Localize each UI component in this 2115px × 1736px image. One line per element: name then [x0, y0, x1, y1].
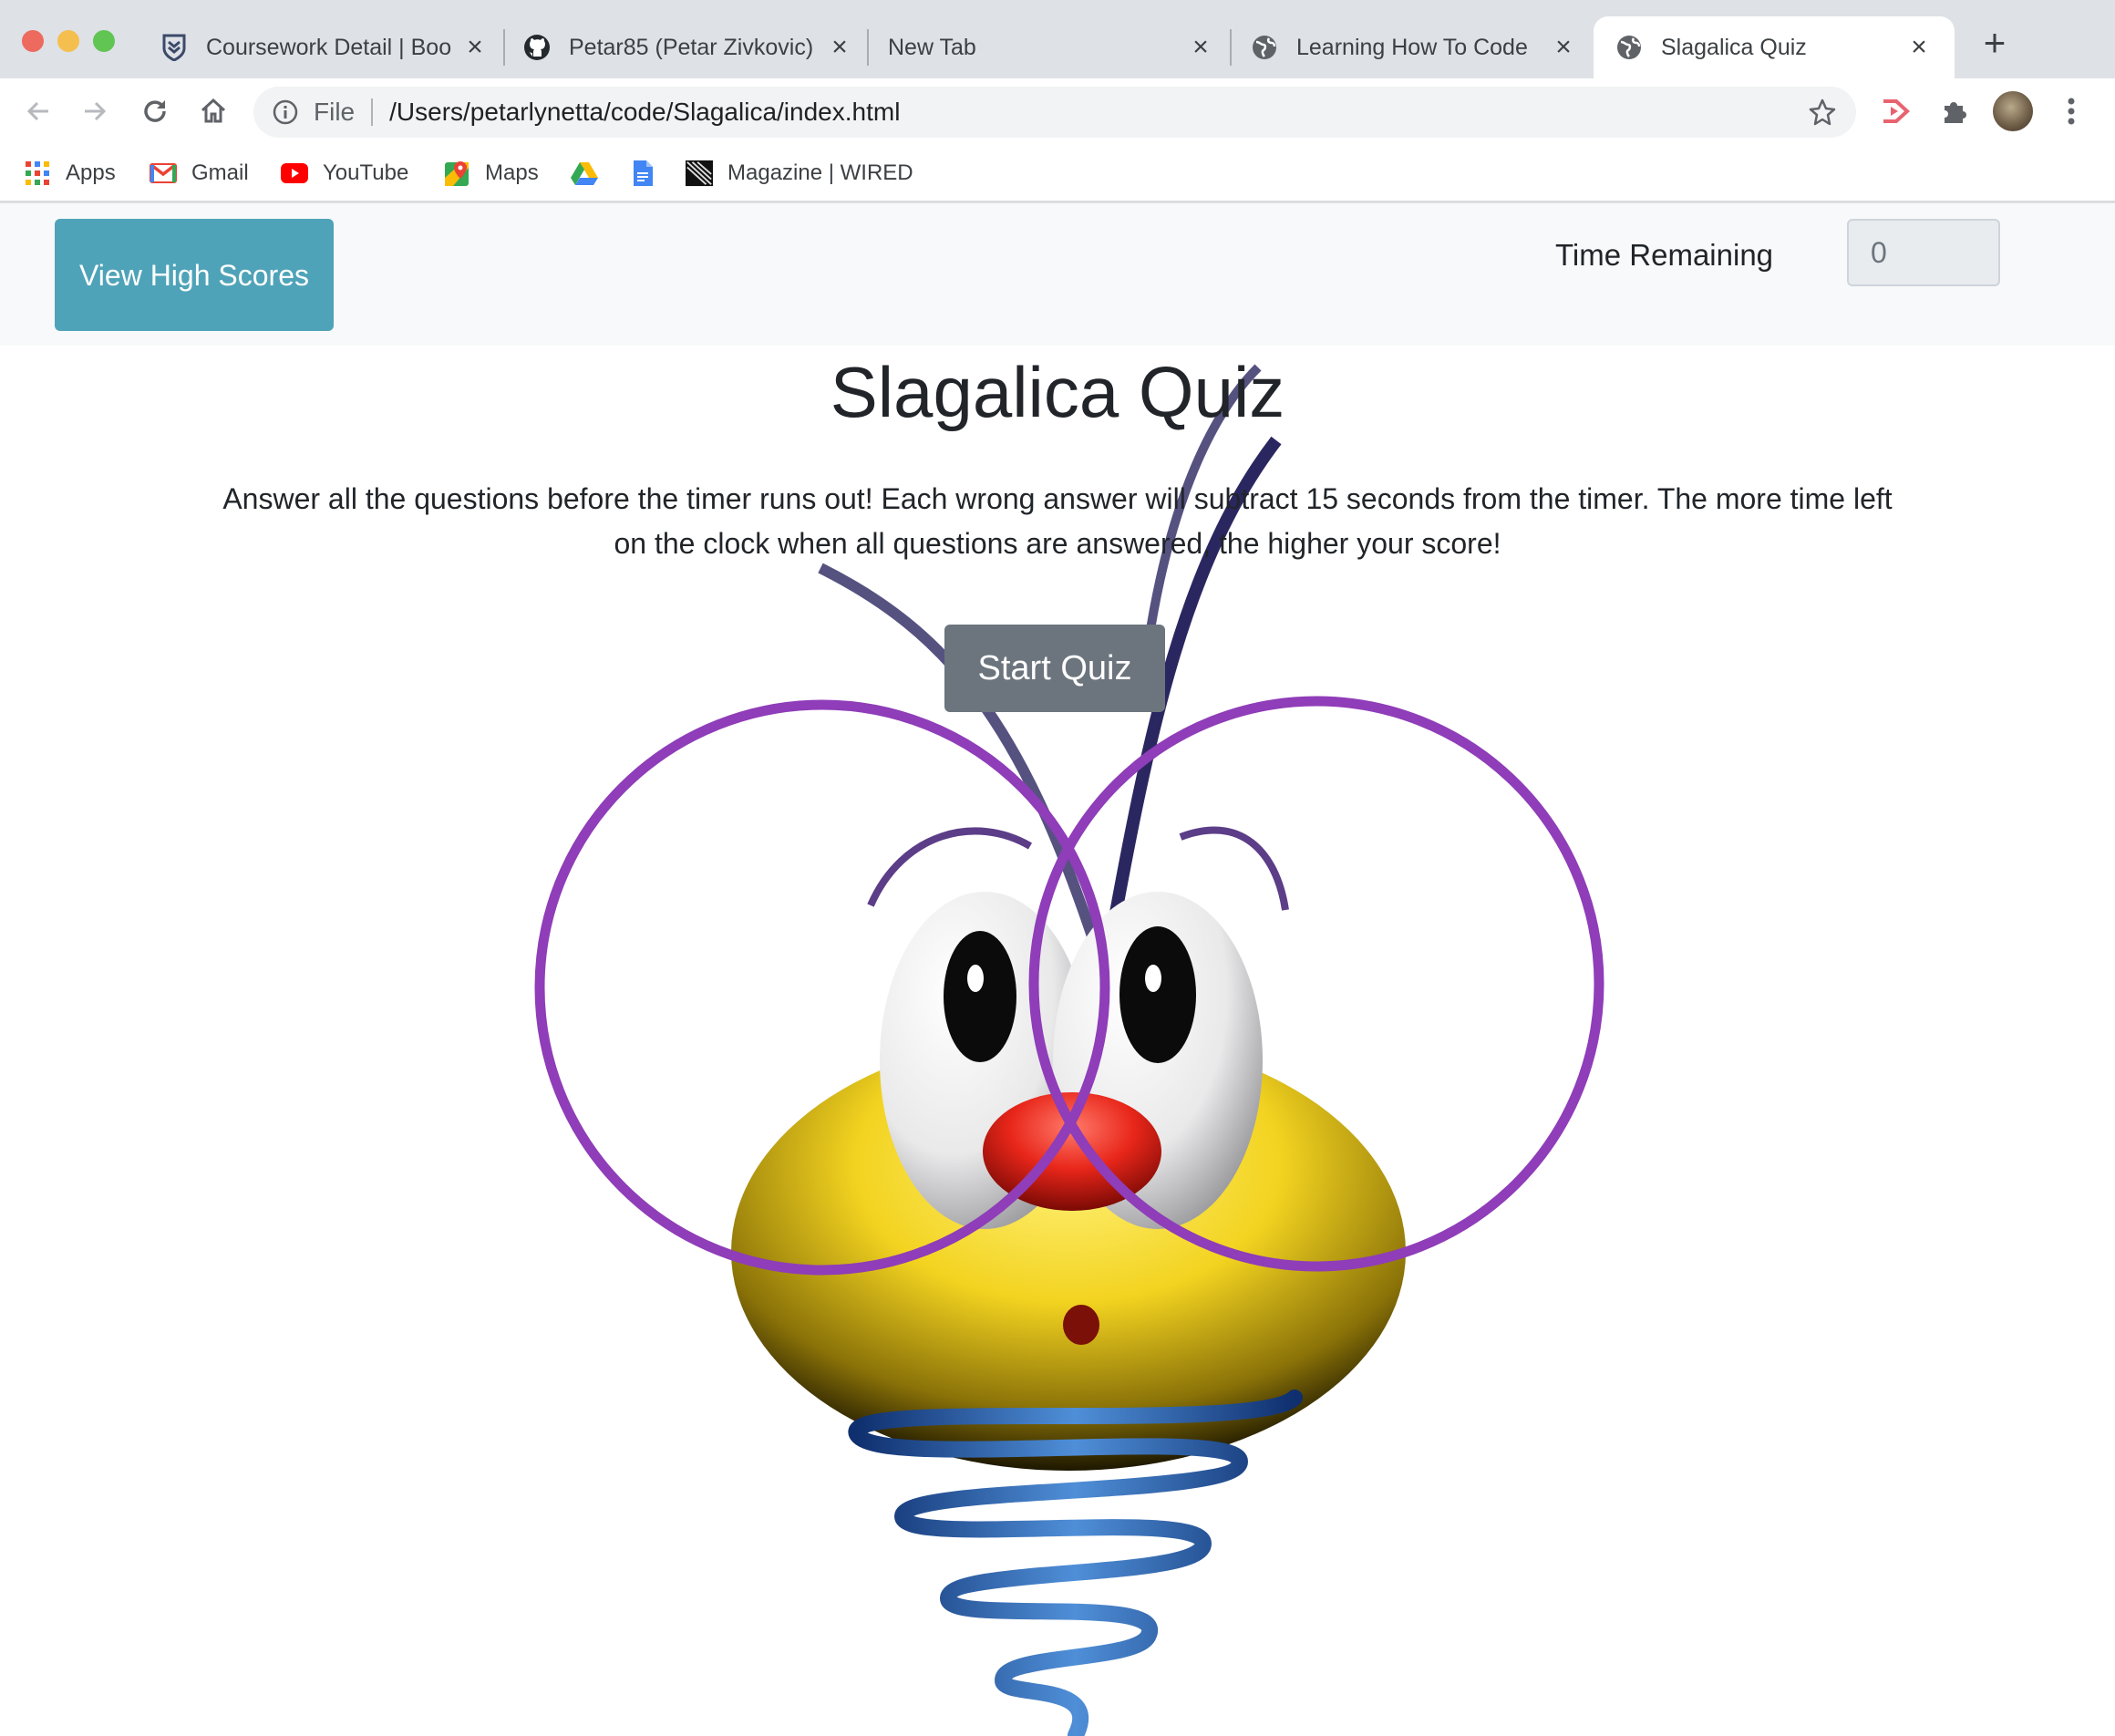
- bootcamp-shield-icon: [160, 34, 188, 61]
- bookmark-gmail[interactable]: Gmail: [150, 157, 249, 190]
- bookmarks-bar: Apps Gmail YouTube Maps Magazine | WIRED: [0, 144, 2115, 202]
- tab-learning[interactable]: Learning How To Code ×: [1251, 16, 1577, 78]
- browser-chrome: Coursework Detail | Boo × Petar85 (Petar…: [0, 0, 2115, 203]
- close-window-button[interactable]: [22, 30, 44, 52]
- home-icon[interactable]: [195, 93, 232, 129]
- url-text[interactable]: /Users/petarlynetta/code/Slagalica/index…: [389, 98, 1807, 127]
- tab-separator: [1230, 29, 1232, 66]
- apps-grid-icon: [24, 160, 51, 187]
- url-scheme-label: File: [314, 98, 356, 126]
- reload-icon[interactable]: [137, 93, 173, 129]
- view-high-scores-button[interactable]: View High Scores: [55, 219, 334, 331]
- bookmark-docs[interactable]: [629, 157, 671, 190]
- globe-icon: [1251, 34, 1278, 61]
- tab-title: Learning How To Code: [1296, 34, 1528, 60]
- tab-github[interactable]: Petar85 (Petar Zivkovic) ×: [523, 16, 853, 78]
- page-viewport: View High Scores Time Remaining 0 Slagal…: [0, 203, 2115, 1736]
- tab-separator: [867, 29, 869, 66]
- tab-title: Coursework Detail | Boo: [206, 34, 452, 60]
- bookmark-label: Apps: [66, 160, 116, 185]
- tab-title: Slagalica Quiz: [1661, 34, 1807, 60]
- maps-icon: [443, 160, 470, 187]
- bookmark-wired[interactable]: Magazine | WIRED: [686, 157, 913, 190]
- start-quiz-button[interactable]: Start Quiz: [944, 625, 1165, 712]
- bookmark-drive[interactable]: [571, 157, 613, 190]
- extensions-puzzle-icon[interactable]: [1936, 93, 1973, 129]
- bookmark-label: Maps: [485, 160, 539, 185]
- tab-new-tab[interactable]: New Tab ×: [888, 16, 1214, 78]
- time-remaining-field: 0: [1847, 219, 2000, 286]
- close-tab-icon[interactable]: ×: [826, 32, 853, 62]
- browser-toolbar: File /Users/petarlynetta/code/Slagalica/…: [0, 78, 2115, 144]
- bookmark-label: Gmail: [191, 160, 249, 185]
- info-icon[interactable]: [272, 98, 299, 126]
- youtube-icon: [281, 160, 308, 187]
- time-remaining-label: Time Remaining: [1555, 238, 1774, 272]
- close-tab-icon[interactable]: ×: [1905, 32, 1933, 62]
- menu-kebab-icon[interactable]: [2053, 93, 2089, 129]
- bookmark-apps[interactable]: Apps: [24, 157, 116, 190]
- tab-strip: Coursework Detail | Boo × Petar85 (Petar…: [0, 0, 2115, 78]
- gmail-icon: [150, 160, 177, 187]
- profile-avatar[interactable]: [1993, 91, 2033, 131]
- close-tab-icon[interactable]: ×: [461, 32, 489, 62]
- minimize-window-button[interactable]: [57, 30, 79, 52]
- back-icon[interactable]: [20, 93, 57, 129]
- tab-title: New Tab: [888, 34, 976, 60]
- tab-title: Petar85 (Petar Zivkovic): [569, 34, 814, 60]
- new-tab-button[interactable]: +: [1976, 24, 2013, 62]
- drive-icon: [571, 160, 598, 187]
- bookmark-maps[interactable]: Maps: [443, 157, 539, 190]
- extension-cast-icon[interactable]: [1878, 93, 1914, 129]
- tab-separator: [503, 29, 505, 66]
- url-divider: [371, 98, 374, 126]
- tab-slagalica-quiz[interactable]: Slagalica Quiz ×: [1594, 16, 1955, 78]
- zoom-window-button[interactable]: [93, 30, 115, 52]
- quiz-instructions: Answer all the questions before the time…: [222, 482, 1893, 560]
- bookmark-label: YouTube: [323, 160, 409, 185]
- bookmark-label: Magazine | WIRED: [727, 160, 913, 185]
- forward-icon[interactable]: [77, 93, 113, 129]
- top-navbar: View High Scores Time Remaining 0: [0, 203, 2115, 346]
- wired-icon: [686, 160, 713, 187]
- bookmark-youtube[interactable]: YouTube: [281, 157, 408, 190]
- docs-icon: [629, 160, 656, 187]
- address-bar[interactable]: File /Users/petarlynetta/code/Slagalica/…: [253, 87, 1856, 138]
- close-tab-icon[interactable]: ×: [1550, 32, 1577, 62]
- github-icon: [523, 34, 551, 61]
- bookmark-star-icon[interactable]: [1807, 97, 1838, 128]
- page-title: Slagalica Quiz: [830, 352, 1285, 432]
- close-tab-icon[interactable]: ×: [1187, 32, 1214, 62]
- tab-coursework[interactable]: Coursework Detail | Boo ×: [160, 16, 489, 78]
- globe-icon: [1615, 34, 1643, 61]
